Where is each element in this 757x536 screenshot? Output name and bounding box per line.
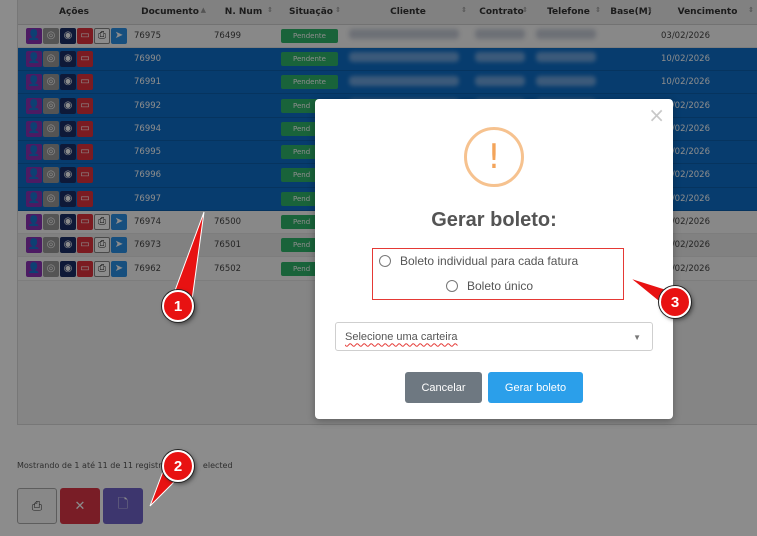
confirm-generate-button[interactable]: Gerar boleto [488,372,583,403]
annotation-badge-3: 3 [659,286,691,318]
warning-symbol: ! [487,137,501,177]
chevron-down-icon: ▼ [633,333,641,342]
modal-title: Gerar boleto: [431,209,557,231]
radio-individual[interactable] [379,255,391,267]
warning-icon: ! [464,127,524,187]
radio-single[interactable] [446,280,458,292]
option-single[interactable]: Boleto único [446,279,533,293]
option-individual[interactable]: Boleto individual para cada fatura [379,254,578,268]
cancel-button[interactable]: Cancelar [405,372,482,403]
option-individual-label: Boleto individual para cada fatura [400,254,579,268]
generate-boleto-modal: × ! Gerar boleto: Boleto individual para… [315,99,673,419]
close-icon[interactable]: × [648,105,665,125]
annotation-badge-2: 2 [162,450,194,482]
wallet-select-placeholder: Selecione uma carteira [345,330,458,343]
boleto-type-options: Boleto individual para cada fatura Bolet… [372,248,624,300]
wallet-select[interactable]: Selecione uma carteira ▼ [335,322,653,351]
annotation-badge-1: 1 [162,290,194,322]
option-single-label: Boleto único [467,279,534,293]
